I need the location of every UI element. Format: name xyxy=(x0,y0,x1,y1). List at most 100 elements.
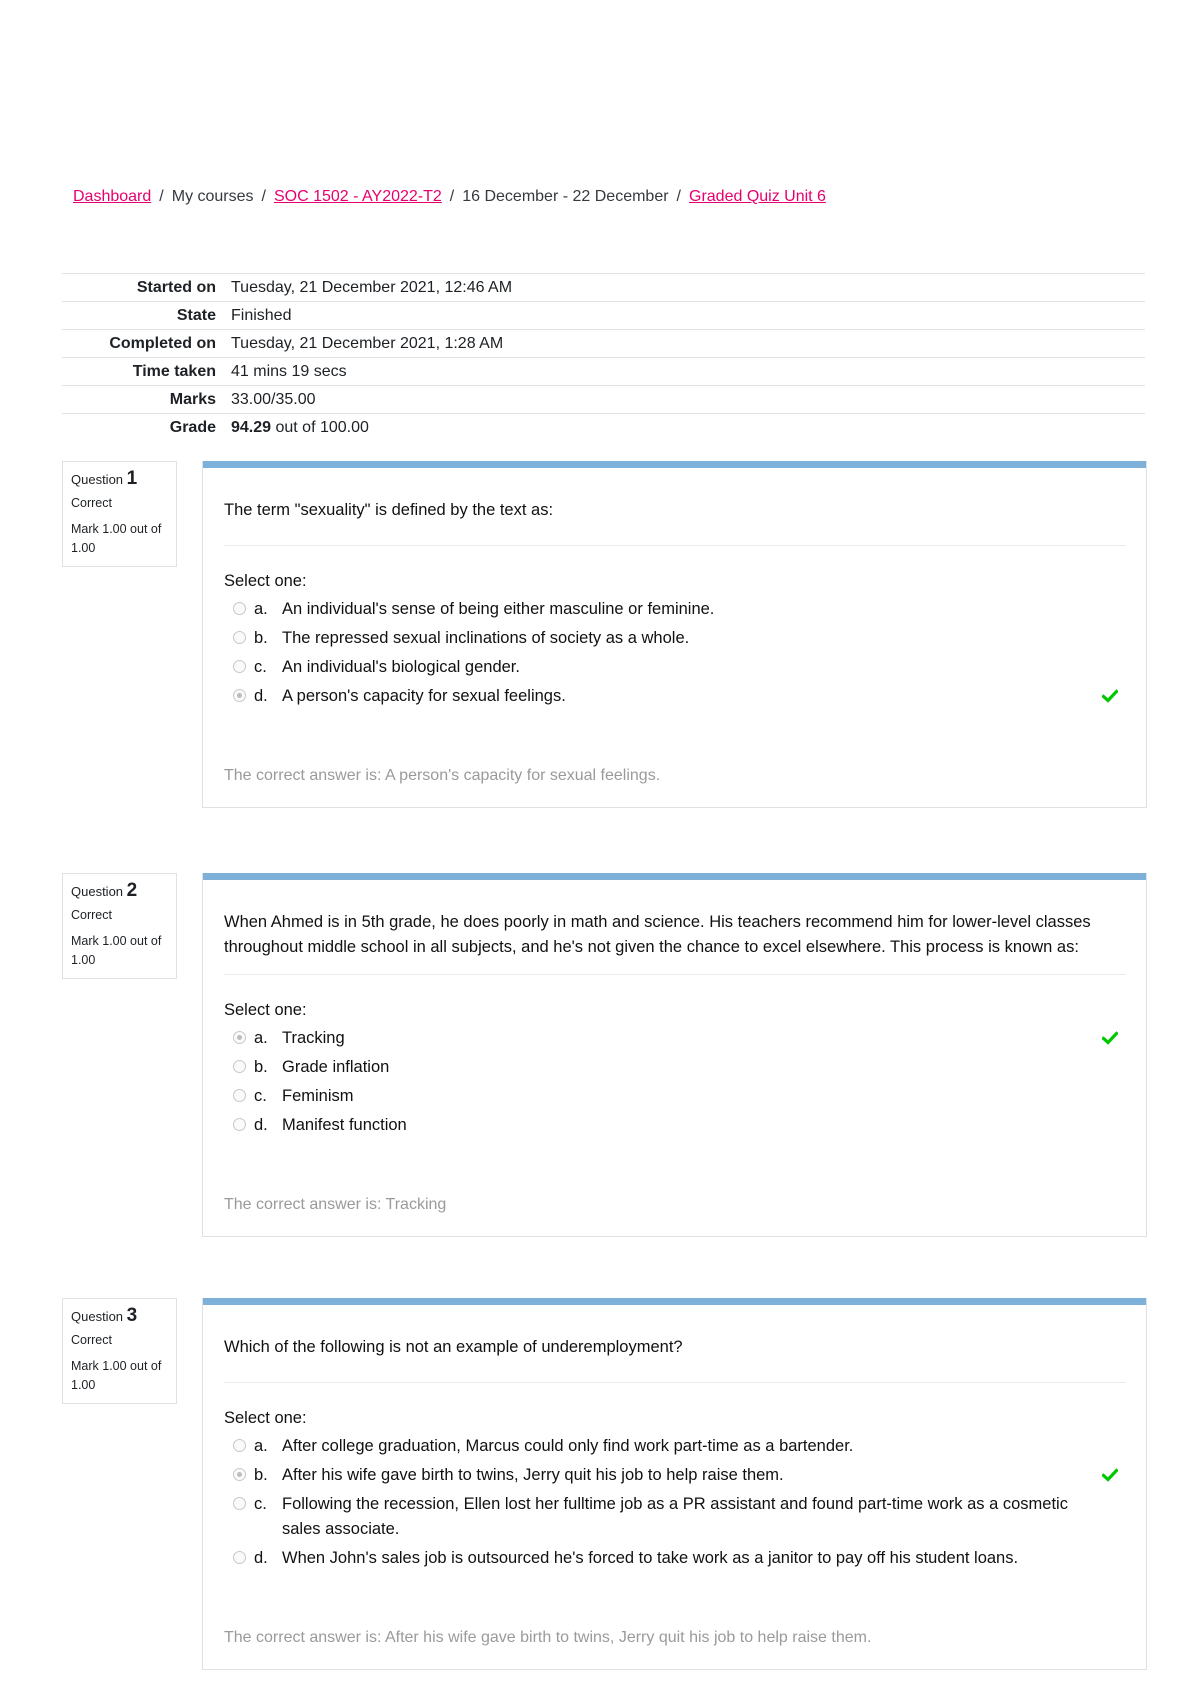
question-state: Correct xyxy=(71,1333,112,1347)
summary-label: State xyxy=(176,306,216,324)
breadcrumb-quiz-link[interactable]: Graded Quiz Unit 6 xyxy=(689,188,826,205)
radio-button[interactable] xyxy=(233,1060,246,1073)
question-content: Which of the following is not an example… xyxy=(202,1298,1147,1670)
radio-button[interactable] xyxy=(233,1118,246,1131)
breadcrumb-separator: / xyxy=(449,188,455,205)
answer-text: Tracking xyxy=(282,1029,345,1047)
radio-button[interactable] xyxy=(233,660,246,673)
question-label: Question xyxy=(71,472,124,487)
radio-button[interactable] xyxy=(233,631,246,644)
summary-row-time-taken: Time taken 41 mins 19 secs xyxy=(62,357,1145,386)
question-content: The term "sexuality" is defined by the t… xyxy=(202,461,1147,808)
breadcrumb-separator: / xyxy=(261,188,266,205)
breadcrumb-course-link[interactable]: SOC 1502 - AY2022-T2 xyxy=(274,188,442,205)
answer-option[interactable]: d. When John's sales job is outsourced he… xyxy=(233,1544,1146,1573)
answer-letter: d. xyxy=(254,1549,268,1567)
summary-label: Marks xyxy=(169,390,216,408)
summary-row-completed-on: Completed on Tuesday, 21 December 2021, … xyxy=(62,329,1145,358)
answer-option[interactable]: b. Grade inflation xyxy=(233,1053,1146,1082)
radio-button[interactable] xyxy=(233,1551,246,1564)
breadcrumb-separator: / xyxy=(676,188,681,205)
answer-letter: b. xyxy=(254,1058,268,1076)
answer-text: Following the recession, Ellen lost her … xyxy=(282,1495,1068,1538)
correct-answer-feedback: The correct answer is: Tracking xyxy=(224,1196,447,1213)
question-label: Question xyxy=(71,884,124,899)
grade-out-of: out of 100.00 xyxy=(271,418,369,436)
question-number: Question 2 xyxy=(71,880,168,902)
answer-text: When John's sales job is outsourced he's… xyxy=(282,1549,1019,1567)
correct-answer-feedback: The correct answer is: After his wife ga… xyxy=(224,1629,872,1646)
select-prompt: Select one: xyxy=(224,1001,307,1019)
summary-value: 41 mins 19 secs xyxy=(231,362,347,380)
summary-value: 94.29 out of 100.00 xyxy=(226,414,1145,442)
answer-letter: b. xyxy=(254,1466,268,1484)
answer-option[interactable]: c. An individual's biological gender. xyxy=(233,653,1146,682)
summary-value: Finished xyxy=(231,306,292,324)
answer-option[interactable]: a. Tracking xyxy=(233,1024,1146,1053)
answer-option[interactable]: a. An individual's sense of being either … xyxy=(233,595,1146,624)
answer-letter: c. xyxy=(254,658,267,676)
question-state: Correct xyxy=(71,496,112,510)
answer-text: Feminism xyxy=(282,1087,354,1105)
question-info-box: Question 3 Correct Mark 1.00 out of 1.00 xyxy=(62,1298,177,1404)
answer-option[interactable]: c. Following the recession, Ellen lost he… xyxy=(233,1490,1146,1544)
question-top-bar xyxy=(203,1298,1146,1305)
question-number: Question 3 xyxy=(71,1305,168,1327)
attempt-summary-table: Started on Tuesday, 21 December 2021, 12… xyxy=(62,273,1145,442)
answer-letter: a. xyxy=(254,1029,268,1047)
answer-option[interactable]: c. Feminism xyxy=(233,1082,1146,1111)
radio-button[interactable] xyxy=(233,689,246,702)
radio-button[interactable] xyxy=(233,1089,246,1102)
question-divider xyxy=(224,1382,1126,1383)
answer-letter: d. xyxy=(254,1116,268,1134)
answer-text: An individual's biological gender. xyxy=(282,658,520,676)
question-grade: Mark 1.00 out of 1.00 xyxy=(71,1359,162,1392)
correct-answer-feedback: The correct answer is: A person's capaci… xyxy=(224,767,661,784)
question-grade: Mark 1.00 out of 1.00 xyxy=(71,522,162,555)
breadcrumb: Dashboard / My courses / SOC 1502 - AY2022-T… xyxy=(73,188,826,206)
question-info-box: Question 1 Correct Mark 1.00 out of 1.00 xyxy=(62,461,177,567)
question-text: Which of the following is not an example… xyxy=(224,1338,683,1356)
question-state: Correct xyxy=(71,908,112,922)
answer-text: Grade inflation xyxy=(282,1058,390,1076)
answer-text: Manifest function xyxy=(282,1116,407,1134)
summary-label: Grade xyxy=(169,418,216,436)
answer-letter: b. xyxy=(254,629,268,647)
radio-button[interactable] xyxy=(233,1468,246,1481)
question-number-value: 2 xyxy=(126,880,138,901)
answer-option[interactable]: a. After college graduation, Marcus could… xyxy=(233,1432,1146,1461)
question-top-bar xyxy=(203,461,1146,468)
question-text: The term "sexuality" is defined by the t… xyxy=(224,501,554,519)
summary-label: Time taken xyxy=(132,362,216,380)
breadcrumb-my-courses: My courses xyxy=(171,188,254,205)
answer-option[interactable]: b. After his wife gave birth to twins, Je… xyxy=(233,1461,1146,1490)
summary-value: Tuesday, 21 December 2021, 12:46 AM xyxy=(231,278,513,296)
radio-button[interactable] xyxy=(233,1497,246,1510)
question-number-value: 3 xyxy=(126,1305,138,1326)
radio-button[interactable] xyxy=(233,1031,246,1044)
breadcrumb-dashboard-link[interactable]: Dashboard xyxy=(73,188,151,205)
question-divider xyxy=(224,545,1126,546)
summary-value: Tuesday, 21 December 2021, 1:28 AM xyxy=(231,334,504,352)
summary-label: Started on xyxy=(136,278,216,296)
answer-option[interactable]: d. A person's capacity for sexual feeling… xyxy=(233,682,1146,711)
summary-row-started-on: Started on Tuesday, 21 December 2021, 12… xyxy=(62,273,1145,302)
summary-row-grade: Grade 94.29 out of 100.00 xyxy=(62,413,1145,442)
answer-option[interactable]: d. Manifest function xyxy=(233,1111,1146,1140)
summary-value: 33.00/35.00 xyxy=(231,390,316,408)
radio-button[interactable] xyxy=(233,1439,246,1452)
answer-text: After college graduation, Marcus could o… xyxy=(282,1437,854,1455)
answer-option[interactable]: b. The repressed sexual inclinations of s… xyxy=(233,624,1146,653)
answer-text: After his wife gave birth to twins, Jerr… xyxy=(282,1466,784,1484)
question-text: When Ahmed is in 5th grade, he does poor… xyxy=(224,913,1091,956)
select-prompt: Select one: xyxy=(224,572,307,590)
breadcrumb-week: 16 December - 22 December xyxy=(462,188,669,205)
answer-letter: d. xyxy=(254,687,268,705)
answer-list: a. Tracking b. Grade inflation c. Feminism d. M… xyxy=(203,1020,1146,1140)
radio-button[interactable] xyxy=(233,602,246,615)
correct-check-icon xyxy=(1101,1465,1119,1482)
question-grade: Mark 1.00 out of 1.00 xyxy=(71,934,162,967)
answer-letter: a. xyxy=(254,600,268,618)
question-divider xyxy=(224,974,1126,975)
question-info-box: Question 2 Correct Mark 1.00 out of 1.00 xyxy=(62,873,177,979)
